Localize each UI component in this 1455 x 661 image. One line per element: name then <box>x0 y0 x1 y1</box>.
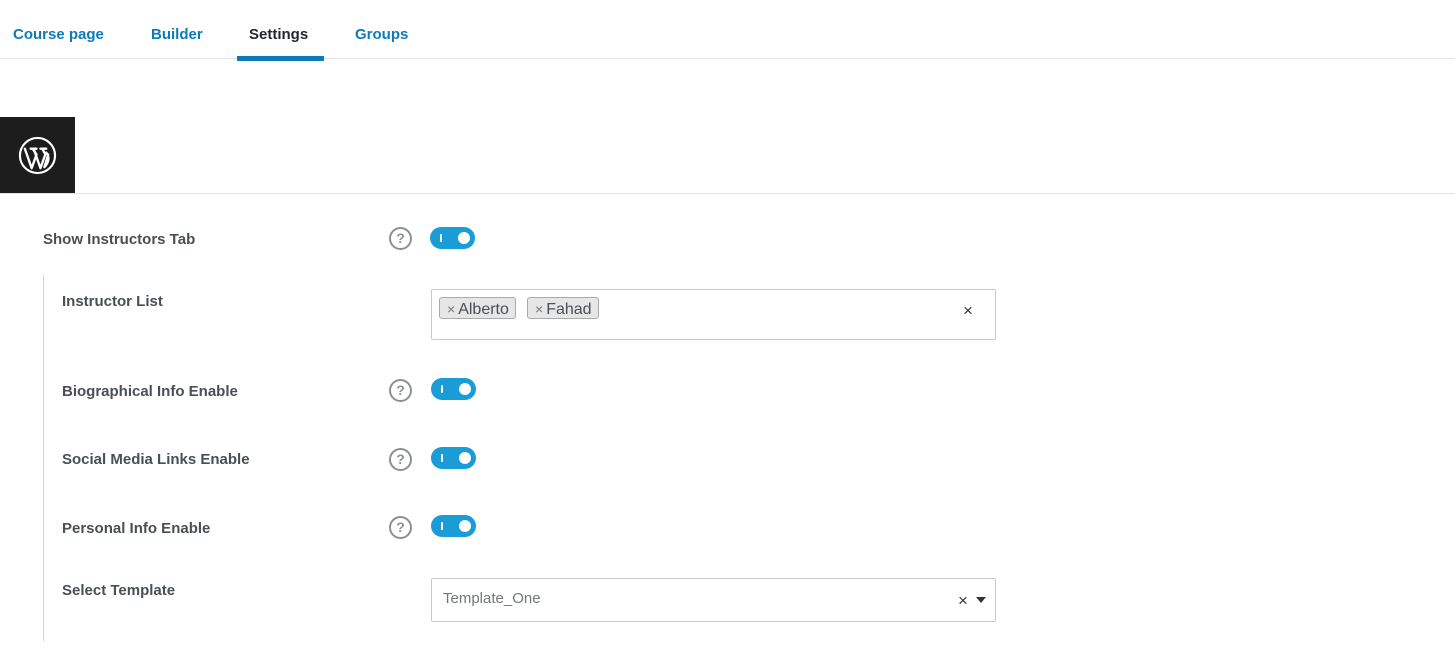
select-template-label: Select Template <box>62 582 176 599</box>
builder-header <box>0 117 1455 194</box>
wordpress-logo[interactable] <box>0 117 75 193</box>
group-divider <box>43 275 44 641</box>
remove-chip-icon[interactable]: × <box>447 301 455 317</box>
biographical-info-toggle[interactable] <box>431 378 476 400</box>
chip-label: Fahad <box>546 301 592 318</box>
instructor-list-label: Instructor List <box>62 293 163 310</box>
dropdown-caret-icon[interactable] <box>976 597 986 603</box>
personal-info-toggle[interactable] <box>431 515 476 537</box>
instructor-list-multiselect[interactable]: × Alberto × Fahad × <box>431 289 996 340</box>
tab-builder[interactable]: Builder <box>151 0 203 58</box>
wordpress-logo-icon <box>18 136 57 175</box>
clear-selection-icon[interactable]: × <box>963 301 973 321</box>
biographical-info-label: Biographical Info Enable <box>62 383 238 400</box>
tab-groups[interactable]: Groups <box>355 0 408 58</box>
template-select-value: Template_One <box>443 590 541 607</box>
tab-course-page[interactable]: Course page <box>13 0 104 58</box>
clear-template-icon[interactable]: × <box>958 591 968 611</box>
instructor-chip: × Alberto <box>439 297 516 319</box>
social-media-links-label: Social Media Links Enable <box>62 451 250 468</box>
help-icon[interactable]: ? <box>389 227 412 250</box>
social-media-links-toggle[interactable] <box>431 447 476 469</box>
active-tab-indicator <box>237 56 324 61</box>
remove-chip-icon[interactable]: × <box>535 301 543 317</box>
instructor-chip: × Fahad <box>527 297 599 319</box>
show-instructors-tab-toggle[interactable] <box>430 227 475 249</box>
help-icon[interactable]: ? <box>389 379 412 402</box>
help-icon[interactable]: ? <box>389 448 412 471</box>
show-instructors-tab-label: Show Instructors Tab <box>43 231 196 248</box>
template-select[interactable]: Template_One × <box>431 578 996 622</box>
personal-info-label: Personal Info Enable <box>62 520 211 537</box>
help-icon[interactable]: ? <box>389 516 412 539</box>
tab-settings[interactable]: Settings <box>249 0 308 58</box>
tab-bar: Course page Builder Settings Groups <box>0 0 1455 61</box>
chip-label: Alberto <box>458 301 509 318</box>
